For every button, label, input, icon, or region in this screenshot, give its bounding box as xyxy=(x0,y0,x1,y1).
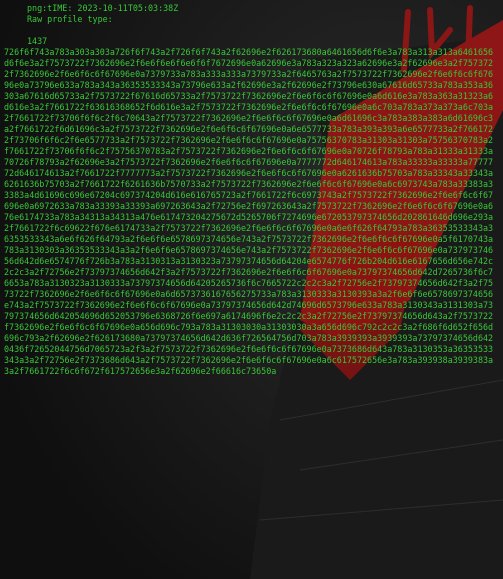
raw-profile-type-line: Raw profile type: xyxy=(27,14,113,24)
png-time-line: png:tIME: 2023-10-11T05:03:38Z xyxy=(27,3,179,13)
terminal-output[interactable]: png:tIME: 2023-10-11T05:03:38Z Raw profi… xyxy=(0,0,503,579)
profile-length-line: 1437 xyxy=(27,36,48,46)
hex-profile-data: 726f6f743a783a303a303a726f6f743a2f726f6f… xyxy=(4,47,494,376)
